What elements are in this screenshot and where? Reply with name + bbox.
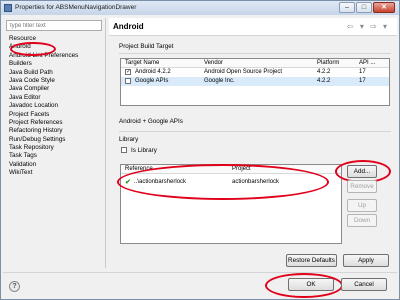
nav-arrows[interactable]: ⇦ ▾ ⇨ ▾ xyxy=(347,22,389,31)
target-platform: 4.2.2 xyxy=(317,69,331,75)
tree-item[interactable]: Task Repository xyxy=(6,144,102,152)
target-vendor: Android Open Source Project xyxy=(204,69,283,75)
footer-divider xyxy=(3,272,397,273)
tree-item[interactable]: Project References xyxy=(6,119,102,127)
cancel-button[interactable]: Cancel xyxy=(341,278,387,291)
remove-library-button[interactable]: Remove xyxy=(347,180,377,193)
target-api: 17 xyxy=(359,69,366,75)
close-window-button[interactable]: ✕ xyxy=(373,2,395,13)
properties-dialog: Properties for ABSMenuNavigationDrawer –… xyxy=(0,0,400,300)
table-row[interactable]: Google APIs Google Inc. 4.2.2 17 xyxy=(121,77,389,86)
tree-item[interactable]: Refactoring History xyxy=(6,127,102,135)
minimize-button[interactable]: – xyxy=(339,2,355,13)
property-page-tree: Resource Android Android Lint Preferences B… xyxy=(6,35,102,178)
tree-item[interactable]: Java Compiler xyxy=(6,85,102,93)
library-label: Library xyxy=(119,136,139,143)
column-header: API ... xyxy=(359,60,376,66)
annotation-circle-library-row xyxy=(117,164,329,200)
divider xyxy=(119,131,391,132)
tree-item[interactable]: Javadoc Location xyxy=(6,102,102,110)
tree-item[interactable]: Validation xyxy=(6,161,102,169)
annotation-circle-android xyxy=(10,42,56,56)
apply-button[interactable]: Apply xyxy=(343,254,389,267)
target-name: Google APIs xyxy=(135,78,169,84)
table-header: Target Name Vendor Platform API ... xyxy=(121,59,389,68)
tree-item[interactable]: Java Build Path xyxy=(6,69,102,77)
target-name: Android 4.2.2 xyxy=(135,69,171,75)
move-up-button[interactable]: Up xyxy=(347,199,377,212)
tree-item[interactable]: WikiText xyxy=(6,169,102,177)
window-title: Properties for ABSMenuNavigationDrawer xyxy=(15,4,137,11)
tree-item[interactable]: Java Code Style xyxy=(6,77,102,85)
page-title: Android xyxy=(113,22,144,31)
is-library-checkbox[interactable] xyxy=(121,147,127,153)
target-checkbox[interactable] xyxy=(125,78,131,84)
annotation-circle-ok xyxy=(265,273,343,298)
pane-separator xyxy=(105,18,106,268)
table-row[interactable]: ✓ Android 4.2.2 Android Open Source Proj… xyxy=(121,68,389,77)
tree-item[interactable]: Project Facets xyxy=(6,111,102,119)
move-down-button[interactable]: Down xyxy=(347,214,377,227)
eclipse-app-icon xyxy=(4,4,12,12)
maximize-button[interactable]: □ xyxy=(356,2,372,13)
filter-input[interactable] xyxy=(6,20,102,31)
target-vendor: Google Inc. xyxy=(204,78,235,84)
build-target-label: Project Build Target xyxy=(119,43,174,50)
target-checkbox[interactable]: ✓ xyxy=(125,69,131,75)
restore-defaults-button[interactable]: Restore Defaults xyxy=(286,254,337,267)
target-api: 17 xyxy=(359,78,366,84)
column-header: Vendor xyxy=(204,60,224,66)
tree-item[interactable]: Task Tags xyxy=(6,152,102,160)
selected-target-summary: Android + Google APIs xyxy=(119,118,183,125)
is-library-label: Is Library xyxy=(131,147,157,154)
tree-item[interactable]: Builders xyxy=(6,60,102,68)
build-target-table: Target Name Vendor Platform API ... ✓ An… xyxy=(120,58,390,106)
column-header: Target Name xyxy=(125,60,160,66)
title-bar: Properties for ABSMenuNavigationDrawer –… xyxy=(1,1,399,15)
page-header: Android ⇦ ▾ ⇨ ▾ xyxy=(109,18,397,36)
column-header: Platform xyxy=(317,60,340,66)
divider xyxy=(119,53,391,54)
tree-item[interactable]: Java Editor xyxy=(6,94,102,102)
tree-item[interactable]: Run/Debug Settings xyxy=(6,136,102,144)
help-icon[interactable]: ? xyxy=(9,281,20,292)
target-platform: 4.2.2 xyxy=(317,78,331,84)
